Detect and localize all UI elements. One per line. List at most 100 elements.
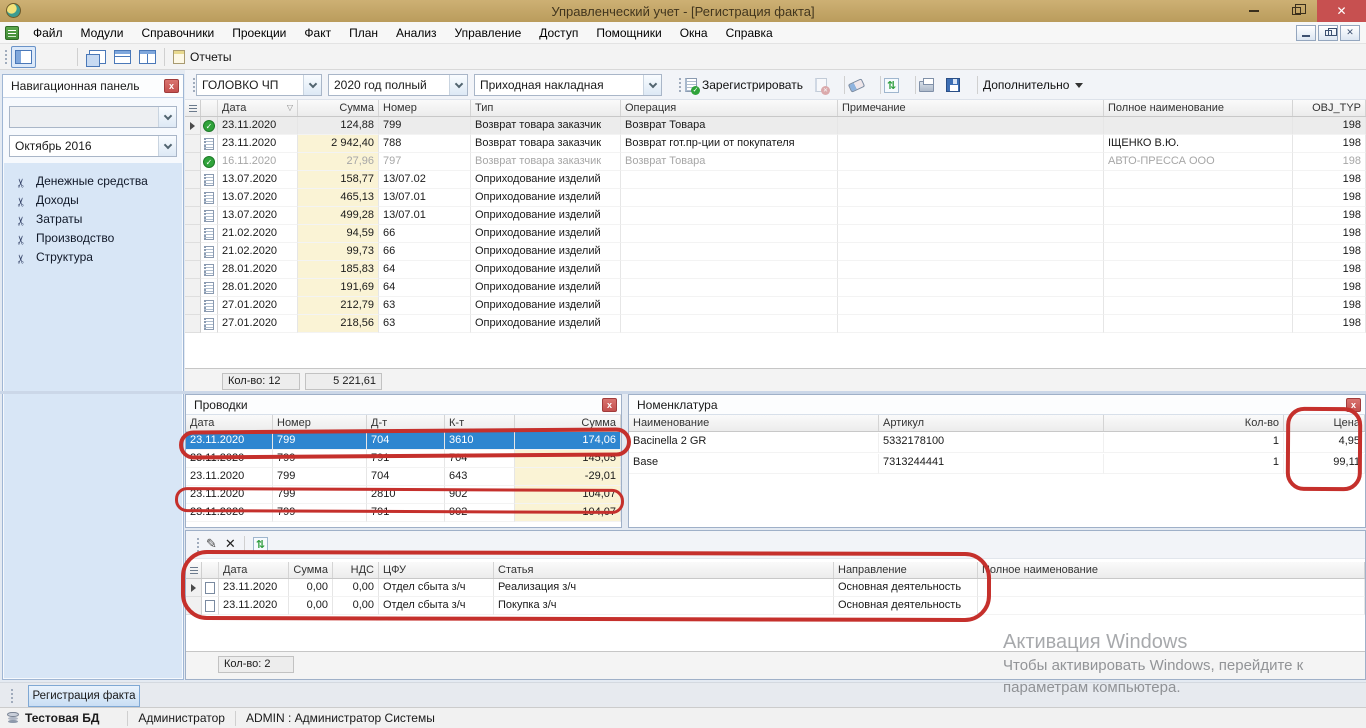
restore-button[interactable] [1275,0,1317,22]
toolbar-grip[interactable] [9,687,13,705]
nav-tree-item[interactable]: Денежные средства [4,171,182,190]
table-row[interactable]: 23.11.20207997043610174,06 [186,432,621,450]
table-row[interactable]: 27.01.2020212,7963Оприходование изделий1… [185,297,1366,315]
nav-tree-item[interactable]: Производство [4,228,182,247]
column-header[interactable]: Тип [471,100,621,116]
column-header[interactable]: OBJ_TYP [1293,100,1366,116]
edit-button[interactable] [203,534,220,556]
mdi-minimize-button[interactable] [1296,25,1316,41]
menu-item[interactable]: Помощники [587,22,670,44]
column-header[interactable]: Сумма [298,100,379,116]
toolbar-grip[interactable] [677,76,681,94]
column-header[interactable]: Дата [219,562,289,578]
menu-item[interactable]: Окна [671,22,717,44]
column-header[interactable]: НДС [333,562,379,578]
table-row[interactable]: 23.11.20202 942,40788Возврат товара зака… [185,135,1366,153]
save-button[interactable] [946,74,960,96]
table-row[interactable]: 23.11.20200,000,00Отдел сбыта з/чПокупка… [186,597,1365,615]
close-panel-button[interactable] [1346,398,1361,412]
organization-combobox[interactable]: ГОЛОВКО ЧП [196,74,322,96]
menu-item[interactable]: Анализ [387,22,446,44]
column-header[interactable]: К-т [445,415,515,431]
column-header[interactable]: Статья [494,562,834,578]
chevron-down-icon[interactable] [158,136,176,156]
refresh-button[interactable] [884,74,899,96]
column-header[interactable]: Полное наименование [978,562,1365,578]
nav-period-combobox[interactable]: Октябрь 2016 [9,135,177,157]
tab-fact-registration[interactable]: Регистрация факта [28,685,140,707]
reports-button[interactable]: Отчеты [170,46,234,68]
close-button[interactable] [1317,0,1366,22]
menu-item[interactable]: Справка [717,22,782,44]
cascade-windows-button[interactable] [83,46,109,68]
column-header[interactable]: Наименование [629,415,879,431]
column-header[interactable]: Полное наименование [1104,100,1293,116]
delete-button[interactable] [222,534,239,556]
column-header[interactable]: ЦФУ [379,562,494,578]
table-row[interactable]: 23.11.2020124,88799Возврат товара заказч… [185,117,1366,135]
mdi-restore-button[interactable] [1318,25,1338,41]
menu-item[interactable]: Модули [72,22,133,44]
column-header[interactable]: Цена [1284,415,1365,431]
column-header[interactable]: Примечание [838,100,1104,116]
table-row[interactable]: 27.01.2020218,5663Оприходование изделий1… [185,315,1366,333]
column-header[interactable]: Кол-во [1104,415,1284,431]
register-button[interactable]: Зарегистрировать [685,74,803,96]
menu-item[interactable]: Доступ [530,22,587,44]
select-all-icon[interactable] [186,562,202,578]
close-panel-button[interactable] [602,398,617,412]
menu-item[interactable]: Проекции [223,22,295,44]
nav-top-combobox[interactable] [9,106,177,128]
table-row[interactable]: 13.07.2020499,2813/07.01Оприходование из… [185,207,1366,225]
column-header[interactable]: Операция [621,100,838,116]
doctype-combobox[interactable]: Приходная накладная [474,74,662,96]
table-row[interactable]: 28.01.2020185,8364Оприходование изделий1… [185,261,1366,279]
toolbar-grip[interactable] [3,48,7,66]
column-header[interactable]: Дата [218,100,298,116]
column-header[interactable]: Номер [273,415,367,431]
toggle-nav-panel-button[interactable] [11,46,36,68]
table-row[interactable]: 23.11.20207992810902104,07 [186,486,621,504]
table-row[interactable]: 28.01.2020191,6964Оприходование изделий1… [185,279,1366,297]
refresh-button[interactable] [250,534,271,556]
print-button[interactable] [919,74,934,96]
minimize-button[interactable] [1233,0,1275,22]
column-header[interactable]: Артикул [879,415,1104,431]
column-header[interactable]: Сумма [289,562,333,578]
nav-tree-item[interactable]: Структура [4,247,182,266]
select-all-icon[interactable] [185,100,201,116]
menu-item[interactable]: Управление [446,22,531,44]
more-button[interactable]: Дополнительно [983,74,1083,96]
document-icon[interactable] [5,26,19,40]
unregister-button[interactable] [815,74,827,96]
column-header[interactable]: Д-т [367,415,445,431]
table-row[interactable]: 13.07.2020158,7713/07.02Оприходование из… [185,171,1366,189]
table-row[interactable]: 21.02.202094,5966Оприходование изделий19… [185,225,1366,243]
toolbar-grip[interactable] [195,536,199,554]
table-row[interactable]: 13.07.2020465,1313/07.01Оприходование из… [185,189,1366,207]
table-row[interactable]: 23.11.2020799791902-104,07 [186,504,621,522]
menu-item[interactable]: Файл [24,22,72,44]
chevron-down-icon[interactable] [158,107,176,127]
table-row[interactable]: 16.11.202027,96797Возврат товара заказчи… [185,153,1366,171]
nav-tree-item[interactable]: Доходы [4,190,182,209]
menu-item[interactable]: План [340,22,387,44]
period-combobox[interactable]: 2020 год полный [328,74,468,96]
nav-tree-item[interactable]: Затраты [4,209,182,228]
table-row[interactable]: Bacinella 2 GR533217810014,95 [629,432,1365,453]
table-row[interactable]: 23.11.2020799791704145,05 [186,450,621,468]
mdi-close-button[interactable] [1340,25,1360,41]
menu-item[interactable]: Факт [295,22,340,44]
menu-item[interactable]: Справочники [133,22,224,44]
clear-button[interactable] [849,74,864,96]
table-row[interactable]: 21.02.202099,7366Оприходование изделий19… [185,243,1366,261]
column-header[interactable]: Номер [379,100,471,116]
tile-vertical-button[interactable] [136,46,159,68]
column-header[interactable]: Направление [834,562,978,578]
toolbar-grip[interactable] [191,76,195,94]
chevron-down-icon[interactable] [449,75,467,95]
tile-horizontal-button[interactable] [111,46,134,68]
close-panel-button[interactable] [164,79,179,93]
chevron-down-icon[interactable] [303,75,321,95]
column-header[interactable]: Сумма [515,415,621,431]
